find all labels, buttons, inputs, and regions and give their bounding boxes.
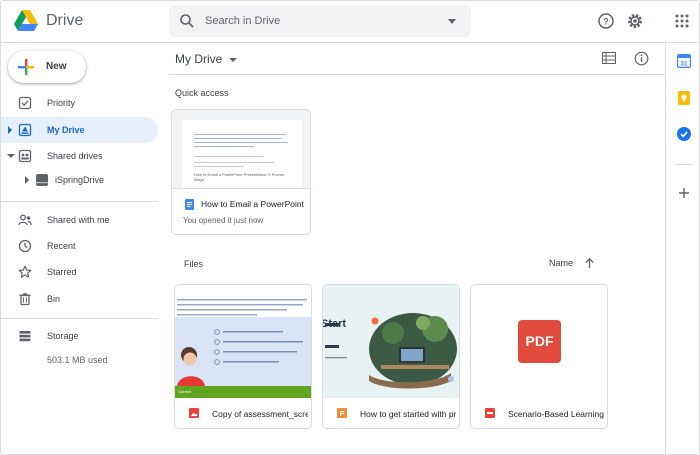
sidebar-item-recent[interactable]: Recent <box>1 233 158 259</box>
page-title[interactable]: My Drive <box>175 52 238 66</box>
pdf-preview-icon: PDF <box>518 320 561 363</box>
file-card[interactable]: PDF Scenario-Based Learning.pdf <box>470 284 608 429</box>
docs-file-icon <box>185 199 194 210</box>
sidebar-item-priority[interactable]: Priority <box>1 90 158 116</box>
thumbnail-caption: Start <box>322 318 347 330</box>
sidebar-item-label: Bin <box>47 294 61 304</box>
drive-folder-icon <box>36 174 48 186</box>
drive-logo-icon[interactable] <box>13 9 39 33</box>
app-name[interactable]: Drive <box>46 12 83 30</box>
pdf-preview-label: PDF <box>525 333 554 349</box>
tasks-icon[interactable] <box>677 127 691 141</box>
quick-access-file-name: How to Email a PowerPoint Presentation <box>201 199 305 209</box>
quick-access-heading: Quick access <box>175 88 229 98</box>
file-card[interactable]: Start P How to get started with presenta… <box>322 284 460 429</box>
sort-ascending-icon[interactable] <box>584 257 595 269</box>
sidebar-item-bin[interactable]: Bin <box>1 286 158 312</box>
sidebar-item-label: iSpringDrive <box>55 175 105 185</box>
star-icon <box>18 265 32 278</box>
file-name: Copy of assessment_screenshot.png <box>212 409 308 419</box>
sidebar-item-label: Priority <box>47 98 76 108</box>
file-name: How to get started with presentation <box>360 409 456 419</box>
search-options-icon[interactable] <box>448 19 456 24</box>
document-page-preview: How to Email a PowerPoint Presentation: … <box>182 120 302 190</box>
sidebar-item-ispringdrive[interactable]: iSpringDrive <box>1 167 158 193</box>
keep-icon[interactable] <box>677 91 691 105</box>
sidebar-item-label: Shared with me <box>47 215 110 225</box>
sidebar-item-label: My Drive <box>47 125 85 135</box>
calendar-icon[interactable]: 31 <box>677 54 691 68</box>
quick-access-reason: You opened it just now <box>183 216 264 225</box>
document-thumbnail: How to Email a PowerPoint Presentation: … <box>172 110 310 190</box>
sidebar-item-label: Recent <box>47 241 76 251</box>
expand-arrow-icon[interactable] <box>25 176 29 184</box>
priority-icon <box>18 96 32 110</box>
chevron-down-icon <box>229 57 238 62</box>
svg-text:P: P <box>339 409 344 418</box>
assessment-preview-image <box>175 285 311 398</box>
my-drive-icon <box>18 123 32 137</box>
sidebar-item-shared-with-me[interactable]: Shared with me <box>1 207 158 233</box>
svg-text:?: ? <box>603 17 609 27</box>
image-file-icon <box>189 408 199 418</box>
side-panel-rail: 31 <box>665 43 699 454</box>
presentation-preview-image <box>325 313 457 389</box>
trash-icon <box>19 293 31 306</box>
clock-icon <box>18 239 32 253</box>
new-button[interactable]: New <box>8 51 86 83</box>
sidebar-item-storage[interactable]: Storage <box>1 323 158 349</box>
new-button-label: New <box>46 61 67 72</box>
sidebar-item-my-drive[interactable]: My Drive <box>1 117 158 143</box>
top-bar: Drive ? <box>1 1 699 43</box>
shared-drives-icon <box>18 149 32 163</box>
drive-window: Drive ? <box>0 0 700 455</box>
plus-icon <box>18 59 34 75</box>
expand-arrow-icon[interactable] <box>8 126 12 134</box>
search-bar[interactable] <box>169 5 471 37</box>
add-addon-icon[interactable] <box>677 186 691 200</box>
sidebar-item-label: Shared drives <box>47 151 103 161</box>
sidebar-divider <box>1 201 158 202</box>
pdf-file-icon <box>485 408 495 418</box>
file-thumbnail: Correct <box>175 285 311 398</box>
settings-icon[interactable] <box>626 12 644 30</box>
apps-icon[interactable] <box>673 12 691 30</box>
sidebar-divider <box>1 318 158 319</box>
storage-usage-text: 503.1 MB used <box>47 355 108 365</box>
sidebar-item-starred[interactable]: Starred <box>1 259 158 285</box>
sidebar-item-label: Storage <box>47 331 79 341</box>
svg-text:31: 31 <box>680 61 688 68</box>
list-view-icon[interactable] <box>602 52 616 64</box>
file-thumbnail: PDF <box>471 285 607 398</box>
shared-with-me-icon <box>18 214 32 226</box>
help-icon[interactable]: ? <box>597 12 615 30</box>
info-icon[interactable] <box>634 51 649 66</box>
sidebar-item-shared-drives[interactable]: Shared drives <box>1 143 158 169</box>
slides-file-icon: P <box>337 408 347 418</box>
storage-icon <box>19 331 31 342</box>
sort-name-button[interactable]: Name <box>549 258 573 268</box>
search-icon[interactable] <box>179 13 195 29</box>
thumbnail-caption: Correct <box>178 389 192 394</box>
file-name: Scenario-Based Learning.pdf <box>508 409 604 419</box>
search-input[interactable] <box>205 13 435 29</box>
rail-divider <box>675 164 693 165</box>
title-divider <box>169 74 665 75</box>
thumbnail-title: How to Email a PowerPoint Presentation: … <box>194 172 285 182</box>
file-card[interactable]: Correct Copy of assessment_screenshot.pn… <box>174 284 312 429</box>
file-thumbnail: Start <box>322 285 459 398</box>
collapse-arrow-icon[interactable] <box>7 154 15 158</box>
sidebar-item-label: Starred <box>47 267 77 277</box>
page-title-text: My Drive <box>175 52 223 66</box>
files-heading: Files <box>184 259 204 269</box>
quick-access-card[interactable]: How to Email a PowerPoint Presentation: … <box>171 109 311 235</box>
card-divider <box>172 188 310 189</box>
